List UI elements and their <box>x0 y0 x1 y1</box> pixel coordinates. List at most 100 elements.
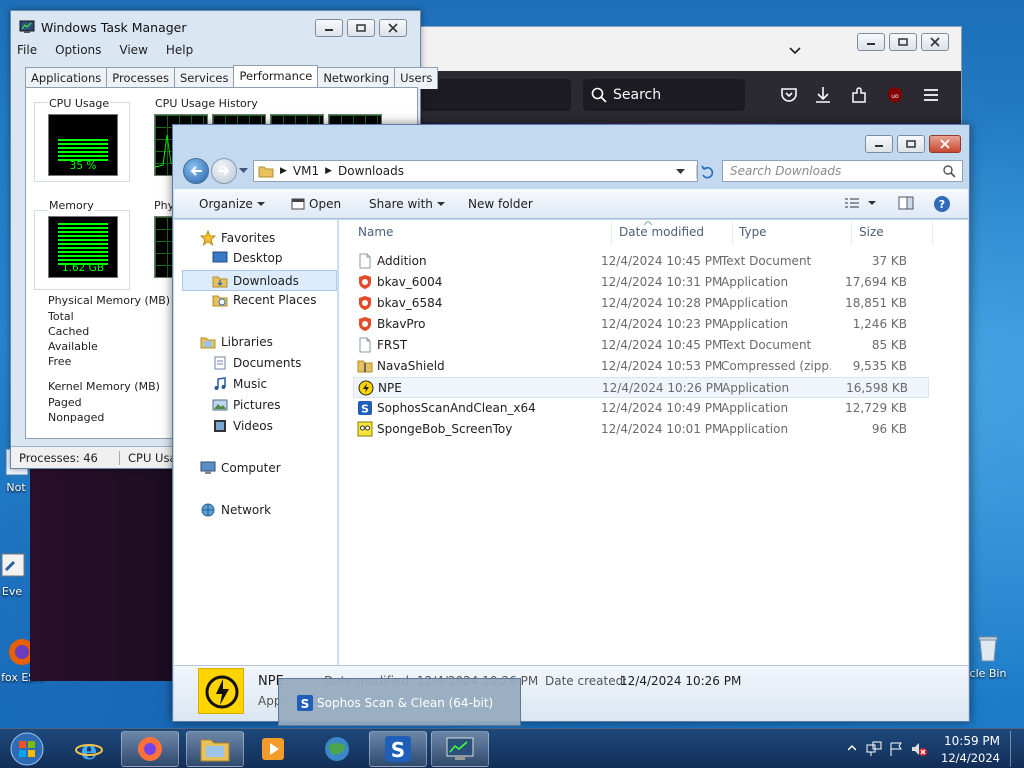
tab-networking[interactable]: Networking <box>317 67 396 89</box>
preview-pane-icon[interactable] <box>898 196 914 210</box>
table-row[interactable]: bkav_6004 12/4/2024 10:31 PM Application 17… <box>353 272 929 293</box>
minimize-button[interactable] <box>315 19 343 37</box>
breadcrumb-vm1[interactable]: VM1 <box>293 164 319 178</box>
column-header-date-modified[interactable]: Date modified <box>619 225 704 239</box>
volume-muted-icon[interactable] <box>910 741 928 757</box>
organize-button[interactable]: Organize <box>199 197 265 211</box>
table-row[interactable]: SpongeBob_ScreenToy 12/4/2024 10:01 PM App… <box>353 419 929 440</box>
stat-available: Available <box>48 340 98 353</box>
close-button[interactable] <box>929 135 961 153</box>
task-manager-window-controls <box>315 19 407 37</box>
minimize-button[interactable] <box>857 33 885 51</box>
minimize-button[interactable] <box>865 135 893 153</box>
maximize-button[interactable] <box>889 33 917 51</box>
maximize-button[interactable] <box>347 19 375 37</box>
svg-text:e: e <box>81 736 98 763</box>
taskbar-task-manager[interactable] <box>431 731 489 767</box>
close-button[interactable] <box>921 33 949 51</box>
tab-applications[interactable]: Applications <box>25 67 108 89</box>
chevron-down-icon[interactable] <box>868 201 876 206</box>
action-center-flag-icon[interactable] <box>888 741 904 757</box>
table-row[interactable]: Addition 12/4/2024 10:45 PM Text Document 3… <box>353 251 929 272</box>
menu-options[interactable]: Options <box>55 43 101 57</box>
nav-videos[interactable]: Videos <box>212 419 273 433</box>
details-date-created-value: 12/4/2024 10:26 PM <box>620 674 742 688</box>
table-row[interactable]: NavaShield 12/4/2024 10:53 PM Compressed (… <box>353 356 929 377</box>
explorer-window[interactable]: ▶ VM1 ▶ Downloads Search Downloads Organ… <box>172 124 970 722</box>
show-hidden-icons-icon[interactable] <box>848 745 856 751</box>
show-desktop-button[interactable] <box>1010 731 1024 767</box>
start-button[interactable] <box>2 731 52 767</box>
nav-libraries[interactable]: Libraries <box>200 335 273 349</box>
taskbar-firefox[interactable] <box>121 731 179 767</box>
clock-date[interactable]: 12/4/2024 <box>930 751 1000 765</box>
ublock-icon[interactable]: uo <box>885 85 905 105</box>
help-icon[interactable]: ? <box>933 195 951 213</box>
nav-downloads[interactable]: Downloads <box>182 270 337 291</box>
open-app-icon <box>291 198 305 210</box>
nav-network[interactable]: Network <box>200 503 271 517</box>
folder-icon <box>200 739 230 762</box>
table-row[interactable]: NPE 12/4/2024 10:26 PM Application 16,598 K… <box>353 377 929 398</box>
file-type: Text Document <box>721 254 812 268</box>
nav-computer[interactable]: Computer <box>200 461 281 475</box>
back-button[interactable] <box>183 158 209 184</box>
tab-services[interactable]: Services <box>173 67 235 89</box>
taskbar-thumbnail-tooltip[interactable]: S Sophos Scan & Clean (64-bit) <box>278 678 521 726</box>
forward-button[interactable] <box>211 158 237 184</box>
address-bar[interactable]: ▶ VM1 ▶ Downloads <box>253 160 714 182</box>
taskbar-internet-explorer[interactable]: e <box>60 731 118 767</box>
taskbar-windows-explorer[interactable] <box>186 731 244 767</box>
view-options-icon[interactable] <box>844 197 860 209</box>
firefox-search-box[interactable]: Search <box>583 79 745 111</box>
url-bar[interactable] <box>421 79 571 111</box>
share-with-button[interactable]: Share with <box>369 197 445 211</box>
close-button[interactable] <box>379 19 407 37</box>
open-button[interactable]: Open <box>291 197 341 211</box>
tab-performance[interactable]: Performance <box>233 65 319 87</box>
tooltip-text: Sophos Scan & Clean (64-bit) <box>317 696 494 710</box>
chevron-down-icon[interactable] <box>789 47 801 55</box>
nav-pictures[interactable]: Pictures <box>212 398 281 412</box>
table-row[interactable]: S SophosScanAndClean_x64 12/4/2024 10:49 P… <box>353 398 929 419</box>
clock-time[interactable]: 10:59 PM <box>930 734 1000 748</box>
file-date-modified: 12/4/2024 10:26 PM <box>602 381 724 395</box>
recent-pages-dropdown[interactable] <box>239 168 248 174</box>
maximize-button[interactable] <box>897 135 925 153</box>
column-header-type[interactable]: Type <box>739 225 767 239</box>
sophos-icon: S <box>385 736 411 762</box>
table-row[interactable]: bkav_6584 12/4/2024 10:28 PM Application 18… <box>353 293 929 314</box>
nav-favorites[interactable]: Favorites <box>200 230 275 246</box>
table-row[interactable]: FRST 12/4/2024 10:45 PM Text Document 85 KB <box>353 335 929 356</box>
menu-file[interactable]: File <box>17 43 37 57</box>
nav-music[interactable]: Music <box>212 377 267 391</box>
nav-documents[interactable]: Documents <box>212 356 301 370</box>
taskbar-sophos[interactable]: S <box>369 731 427 767</box>
nav-recent-places[interactable]: Recent Places <box>212 293 316 307</box>
desktop-icon-label: Eve <box>1 585 23 598</box>
tab-processes[interactable]: Processes <box>106 67 175 89</box>
taskbar-media-player[interactable] <box>244 731 302 767</box>
breadcrumb-downloads[interactable]: Downloads <box>338 164 404 178</box>
pocket-icon[interactable] <box>779 85 799 105</box>
new-folder-button[interactable]: New folder <box>468 197 533 211</box>
download-icon[interactable] <box>813 85 833 105</box>
menu-icon[interactable] <box>921 85 941 105</box>
network-tray-icon[interactable] <box>866 741 882 757</box>
tab-users[interactable]: Users <box>394 67 439 89</box>
file-size: 96 KB <box>871 422 907 436</box>
column-header-size[interactable]: Size <box>859 225 884 239</box>
table-row[interactable]: BkavPro 12/4/2024 10:23 PM Application 1,24… <box>353 314 929 335</box>
search-downloads-input[interactable]: Search Downloads <box>722 160 963 182</box>
taskbar-network-app[interactable] <box>308 731 366 767</box>
stat-free: Free <box>48 355 72 368</box>
menu-help[interactable]: Help <box>166 43 193 57</box>
nav-desktop[interactable]: Desktop <box>212 251 283 265</box>
extensions-icon[interactable] <box>849 85 869 105</box>
cpu-usage-value: 35 % <box>69 160 97 172</box>
refresh-icon[interactable] <box>696 165 714 179</box>
menu-view[interactable]: View <box>119 43 147 57</box>
chevron-down-icon[interactable] <box>676 169 685 175</box>
column-header-name[interactable]: Name <box>358 225 393 239</box>
libraries-icon <box>200 337 216 349</box>
